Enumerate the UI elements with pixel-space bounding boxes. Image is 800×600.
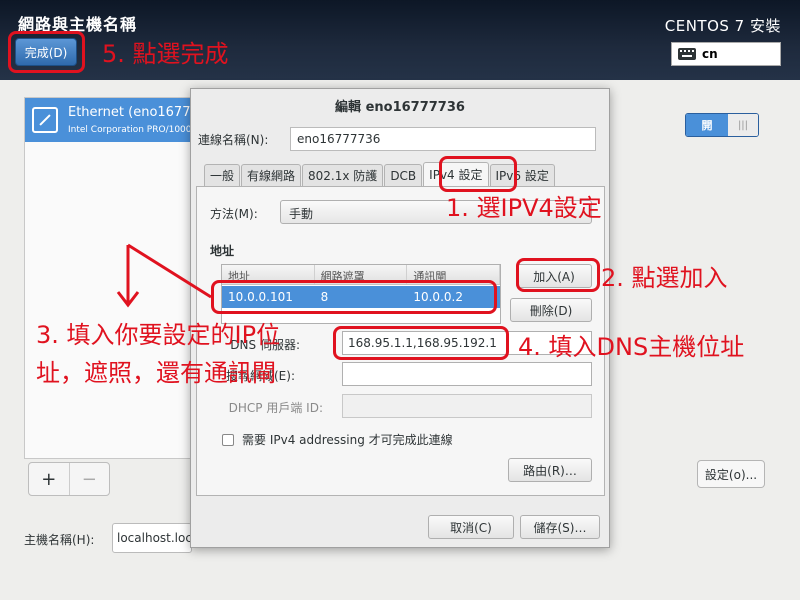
down-arrow-icon [116,245,140,308]
annotation-step2: 2. 點選加入 [601,264,728,292]
annotation-step3: 3. 填入你要設定的IP位址，遮照，還有通訊閘 [36,321,281,388]
annotation-step1: 1. 選IPV4設定 [446,194,602,222]
annotation-arrows [116,243,212,308]
annotation-step4: 4. 填入DNS主機位址 [518,333,745,361]
connector-line [127,243,212,299]
annotation-step5: 5. 點選完成 [102,40,229,68]
